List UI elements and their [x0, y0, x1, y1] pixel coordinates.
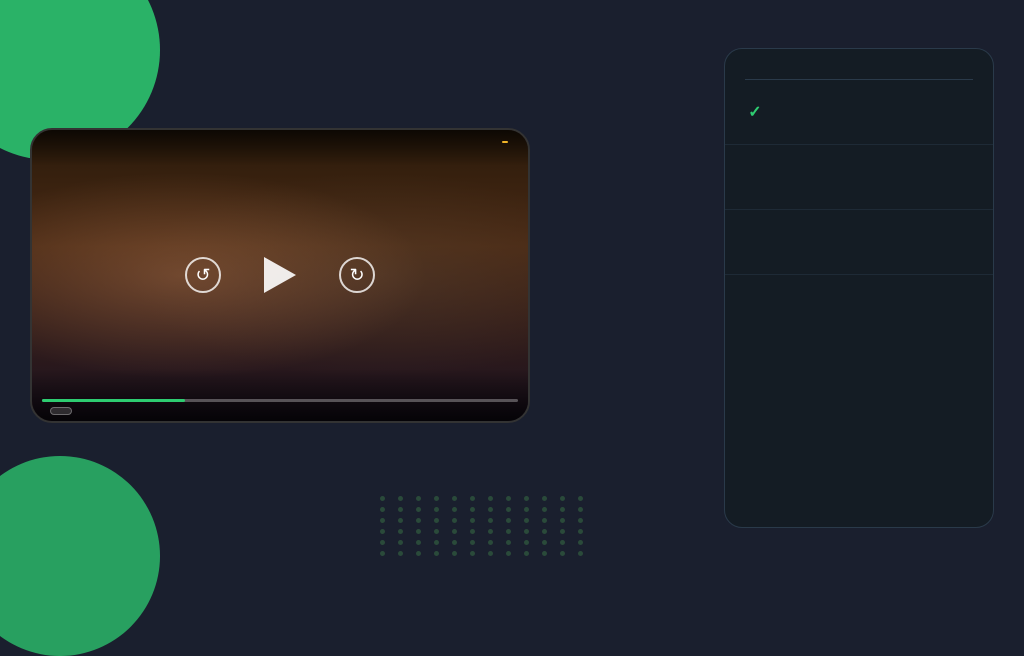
decorative-dot — [380, 529, 385, 534]
dot-grid-decoration: // Generate dots inline const grid = doc… — [380, 496, 590, 556]
decorative-dot — [560, 551, 565, 556]
decorative-dot — [452, 518, 457, 523]
subtitle-button[interactable] — [50, 407, 72, 415]
decorative-dot — [416, 529, 421, 534]
decorative-dot — [542, 496, 547, 501]
skip-back-button[interactable] — [185, 257, 221, 293]
skip-forward-button[interactable] — [339, 257, 375, 293]
decorative-dot — [488, 551, 493, 556]
decorative-dot — [542, 507, 547, 512]
decorative-dot — [470, 496, 475, 501]
decorative-dot — [578, 507, 583, 512]
vip-badge — [502, 141, 508, 143]
video-controls-center — [185, 251, 375, 299]
decorative-dot — [434, 540, 439, 545]
decorative-dot — [434, 496, 439, 501]
decorative-dot — [470, 507, 475, 512]
decorative-dot — [416, 540, 421, 545]
decorative-dot — [452, 551, 457, 556]
play-button[interactable] — [256, 251, 304, 299]
subtitles-panel: ✓ ✓ ✓ ✓ — [724, 48, 994, 528]
decorative-dot — [578, 551, 583, 556]
decorative-dot — [434, 518, 439, 523]
decorative-dot — [560, 496, 565, 501]
play-triangle-icon — [264, 257, 296, 293]
decorative-dot — [578, 518, 583, 523]
decorative-dot — [524, 507, 529, 512]
progress-bar-fill — [42, 399, 185, 402]
decorative-dot — [416, 507, 421, 512]
decorative-dot — [452, 496, 457, 501]
decorative-dot — [542, 518, 547, 523]
decorative-dot — [560, 529, 565, 534]
bottom-text-section — [30, 443, 694, 449]
decorative-dot — [452, 529, 457, 534]
decorative-dot — [380, 507, 385, 512]
decorative-dot — [524, 518, 529, 523]
decorative-dot — [524, 540, 529, 545]
decorative-dot — [524, 529, 529, 534]
decorative-dot — [488, 540, 493, 545]
decorative-dot — [416, 496, 421, 501]
left-section — [30, 128, 694, 449]
progress-bar[interactable] — [42, 399, 518, 402]
decorative-dot — [452, 507, 457, 512]
decorative-dot — [560, 507, 565, 512]
decorative-dot — [506, 496, 511, 501]
video-area — [32, 130, 528, 421]
decorative-dot — [506, 529, 511, 534]
decorative-dot — [434, 551, 439, 556]
panel-header — [725, 49, 993, 79]
decorative-dot — [506, 507, 511, 512]
decorative-dot — [506, 551, 511, 556]
decorative-dot — [434, 507, 439, 512]
decorative-dot — [380, 540, 385, 545]
decorative-dot — [578, 540, 583, 545]
decorative-dot — [434, 529, 439, 534]
decorative-dot — [506, 540, 511, 545]
decorative-dot — [416, 551, 421, 556]
decorative-dot — [470, 551, 475, 556]
decorative-dot — [488, 518, 493, 523]
top-right-controls — [474, 147, 516, 149]
decorative-dot — [542, 529, 547, 534]
decorative-dot — [542, 551, 547, 556]
decorative-dot — [380, 496, 385, 501]
subtitle-option-bahasa[interactable]: ✓ — [725, 275, 993, 339]
subtitle-option-english[interactable]: ✓ — [725, 80, 993, 145]
decorative-dot — [398, 518, 403, 523]
video-bottom-bar — [32, 369, 528, 421]
decorative-dot — [560, 518, 565, 523]
decorative-dot — [380, 518, 385, 523]
decorative-dot — [398, 496, 403, 501]
decorative-dot — [488, 496, 493, 501]
decorative-dot — [470, 540, 475, 545]
decorative-dot — [398, 507, 403, 512]
decorative-dot — [398, 529, 403, 534]
subtitle-option-traditional-chinese[interactable]: ✓ — [725, 210, 993, 275]
decorative-dot — [380, 551, 385, 556]
decorative-dot — [524, 496, 529, 501]
check-icon: ✓ — [745, 102, 765, 122]
decorative-dot — [488, 507, 493, 512]
decorative-dot — [506, 518, 511, 523]
decorative-dot — [398, 551, 403, 556]
decorative-dot — [488, 529, 493, 534]
phone-frame — [30, 128, 530, 423]
decorative-dot — [470, 518, 475, 523]
decorative-dot — [416, 518, 421, 523]
decorative-dot — [452, 540, 457, 545]
decorative-dot — [578, 529, 583, 534]
subtitle-option-simplified-chinese[interactable]: ✓ — [725, 145, 993, 210]
decorative-dot — [578, 496, 583, 501]
decorative-dot — [524, 551, 529, 556]
decorative-dot — [542, 540, 547, 545]
decorative-dot — [398, 540, 403, 545]
decorative-dot — [560, 540, 565, 545]
bottom-controls — [42, 407, 518, 415]
video-top-bar — [32, 130, 528, 166]
decorative-dot — [470, 529, 475, 534]
